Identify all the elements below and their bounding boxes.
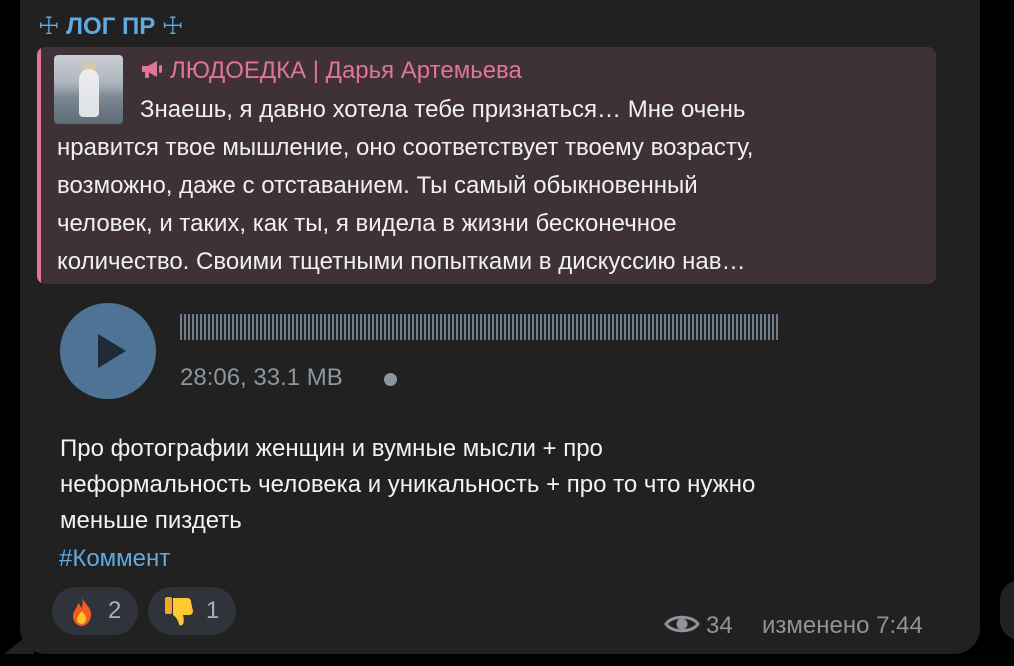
unplayed-indicator [384,373,397,386]
quote-accent-bar [37,47,41,284]
post-text: Про фотографии женщин и вумные мысли + п… [60,431,960,539]
post-text-line: Про фотографии женщин и вумные мысли + п… [60,435,603,462]
next-message-edge [1000,580,1014,640]
quote-author-name: ЛЮДОЕДКА | Дарья Артемьева [170,57,522,84]
reaction-count: 2 [108,597,122,624]
quote-line: нравится твое мышление, оно соответствуе… [57,134,754,161]
play-button[interactable] [60,303,156,399]
quote-line: возможно, даже с отставанием. Ты самый о… [57,172,698,199]
quote-text: Знаешь, я давно хотела тебе признаться… … [57,91,927,281]
reaction-fire[interactable]: 2 [52,587,138,635]
audio-duration-size: 28:06, 33.1 MB [180,364,343,391]
eye-icon [664,615,700,633]
thumbs-down-icon [165,597,193,626]
hashtag-link[interactable]: #Коммент [59,545,170,573]
quote-line: количество. Своими тщетными попытками в … [57,248,746,275]
reaction-thumbs-down[interactable]: 1 [148,587,236,635]
reply-quote[interactable]: ЛЮДОЕДКА | Дарья Артемьева Знаешь, я дав… [37,47,936,284]
quote-line: Знаешь, я давно хотела тебе признаться… … [140,96,746,123]
quote-author: ЛЮДОЕДКА | Дарья Артемьева [140,57,522,85]
quote-line: человек, и таких, как ты, я видела в жиз… [57,210,677,237]
edited-timestamp: изменено 7:44 [762,612,923,639]
reaction-count: 1 [206,597,220,624]
view-count: 34 [706,612,733,639]
post-text-line: меньше пиздеть [60,507,242,534]
waveform-icon[interactable] [178,309,780,345]
play-icon [98,334,126,368]
fire-icon [73,597,92,626]
view-counter: 34 [664,612,733,640]
post-text-line: неформальность человека и уникальность +… [60,471,756,498]
megaphone-icon [142,61,162,78]
channel-title[interactable]: ☩ ЛОГ ПР ☩ [38,12,183,41]
